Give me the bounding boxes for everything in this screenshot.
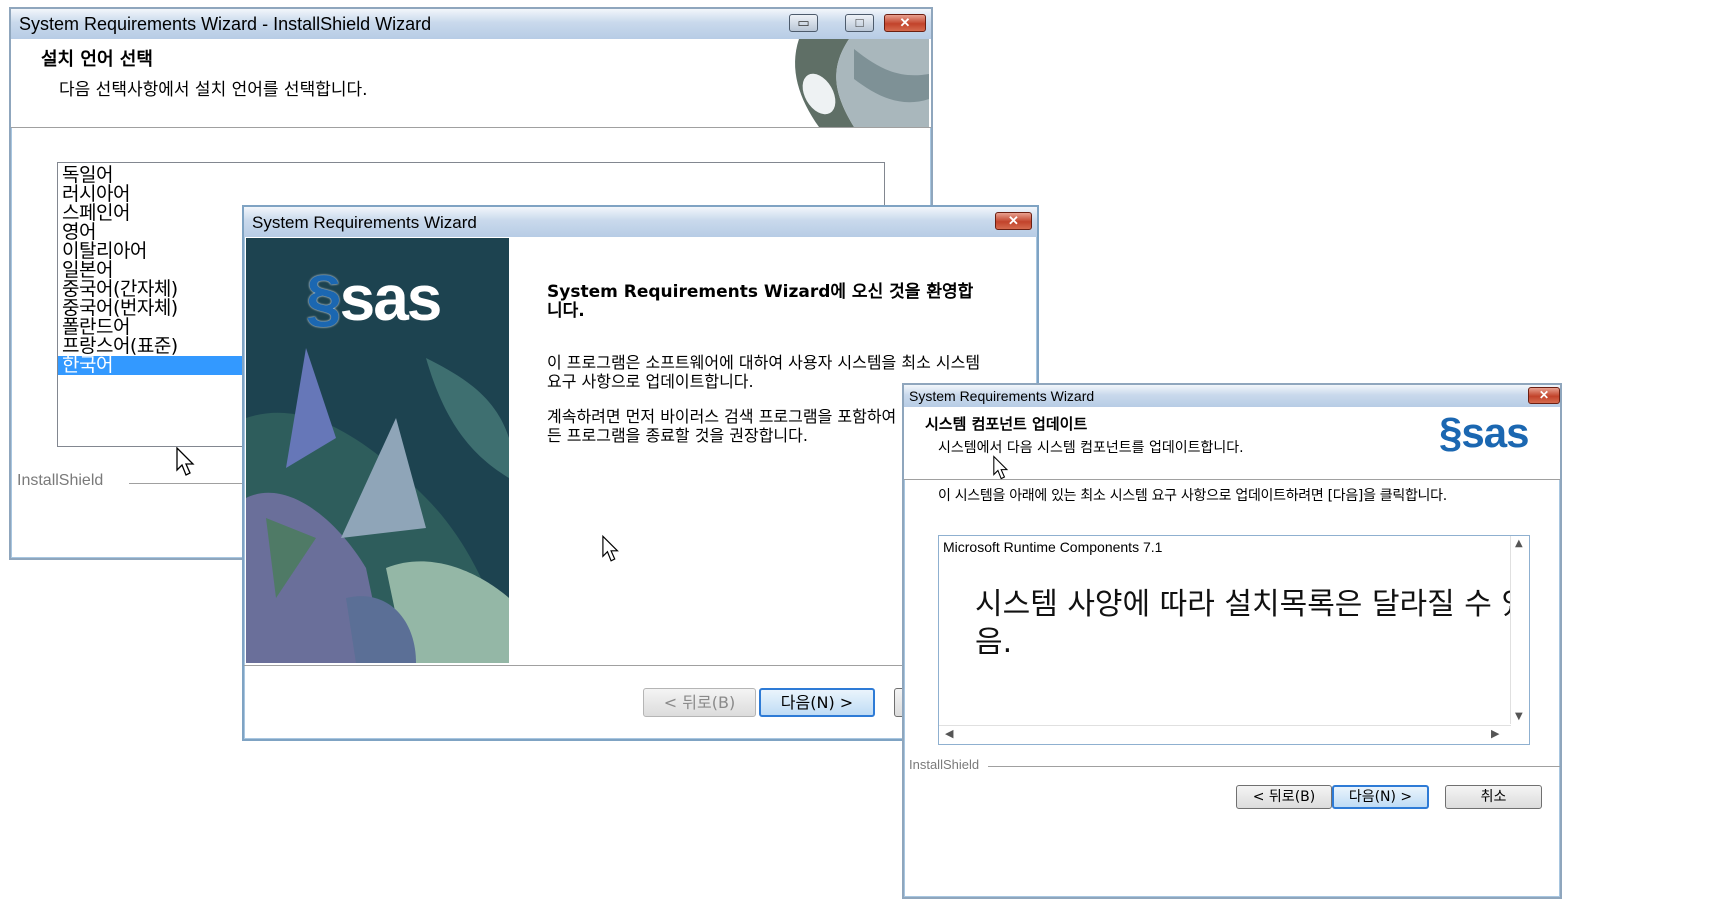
horizontal-scrollbar[interactable]: ◀ ▶ xyxy=(939,725,1511,744)
cancel-button[interactable]: 취소 xyxy=(1445,785,1542,809)
window-title: System Requirements Wizard xyxy=(252,213,477,232)
close-icon[interactable]: ✕ xyxy=(995,212,1032,230)
language-item[interactable]: 러시아어 xyxy=(58,185,884,204)
window-title: System Requirements Wizard - InstallShie… xyxy=(19,14,432,34)
title-bar[interactable]: System Requirements Wizard ✕ xyxy=(244,207,1037,237)
mouse-pointer-icon xyxy=(602,534,619,562)
sas-logo: §sas xyxy=(1439,409,1529,456)
installation-note: 시스템 사양에 따라 설치목록은 달라질 수 있음. xyxy=(975,587,1530,660)
page-heading: 설치 언어 선택 xyxy=(41,49,153,70)
page-subheading: 다음 선택사항에서 설치 언어를 선택합니다. xyxy=(59,80,368,100)
component-item[interactable]: Microsoft Runtime Components 7.1 xyxy=(943,539,1162,555)
scroll-right-arrow-icon[interactable]: ▶ xyxy=(1491,727,1499,740)
close-icon[interactable]: ✕ xyxy=(1528,387,1560,404)
vertical-scrollbar[interactable]: ▲ ▼ xyxy=(1510,536,1529,724)
welcome-heading: System Requirements Wizard에 오신 것을 환영합니다. xyxy=(547,282,974,321)
language-item[interactable]: 독일어 xyxy=(58,166,884,185)
footer-divider xyxy=(129,483,249,484)
maximize-icon[interactable]: □ xyxy=(845,14,874,32)
close-icon[interactable]: ✕ xyxy=(884,14,926,32)
mouse-pointer-icon xyxy=(176,447,195,476)
back-button[interactable]: < 뒤로(B) xyxy=(1236,785,1332,809)
footer-divider xyxy=(988,766,1560,767)
installshield-header-graphic xyxy=(759,39,929,127)
minimize-icon[interactable]: ▭ xyxy=(789,14,818,32)
header-band: 설치 언어 선택 다음 선택사항에서 설치 언어를 선택합니다. xyxy=(11,39,931,128)
installshield-label: InstallShield xyxy=(909,757,980,772)
scroll-down-arrow-icon[interactable]: ▼ xyxy=(1515,711,1523,722)
title-bar[interactable]: System Requirements Wizard ✕ xyxy=(904,385,1560,407)
instruction-text: 이 시스템을 아래에 있는 최소 시스템 요구 사항으로 업데이트하려면 [다음… xyxy=(938,488,1447,504)
scroll-up-arrow-icon[interactable]: ▲ xyxy=(1515,538,1523,549)
back-button[interactable]: < 뒤로(B) xyxy=(643,688,756,717)
scroll-left-arrow-icon[interactable]: ◀ xyxy=(945,727,953,740)
page-heading: 시스템 컴포넌트 업데이트 xyxy=(925,415,1088,433)
sas-logo: §sas xyxy=(306,262,442,334)
components-listbox[interactable]: Microsoft Runtime Components 7.1 시스템 사양에… xyxy=(938,535,1530,745)
next-button[interactable]: 다음(N) > xyxy=(759,688,875,717)
sas-logo-swirl-icon: § xyxy=(306,262,342,334)
sas-logo-swirl-icon: § xyxy=(1439,409,1462,456)
page-subheading: 시스템에서 다음 시스템 컴포넌트를 업데이트합니다. xyxy=(938,440,1244,456)
mouse-pointer-icon xyxy=(993,455,1009,480)
title-bar[interactable]: System Requirements Wizard - InstallShie… xyxy=(11,9,931,39)
window-title: System Requirements Wizard xyxy=(909,388,1095,404)
next-button[interactable]: 다음(N) > xyxy=(1332,785,1429,809)
installshield-label: InstallShield xyxy=(17,472,104,489)
